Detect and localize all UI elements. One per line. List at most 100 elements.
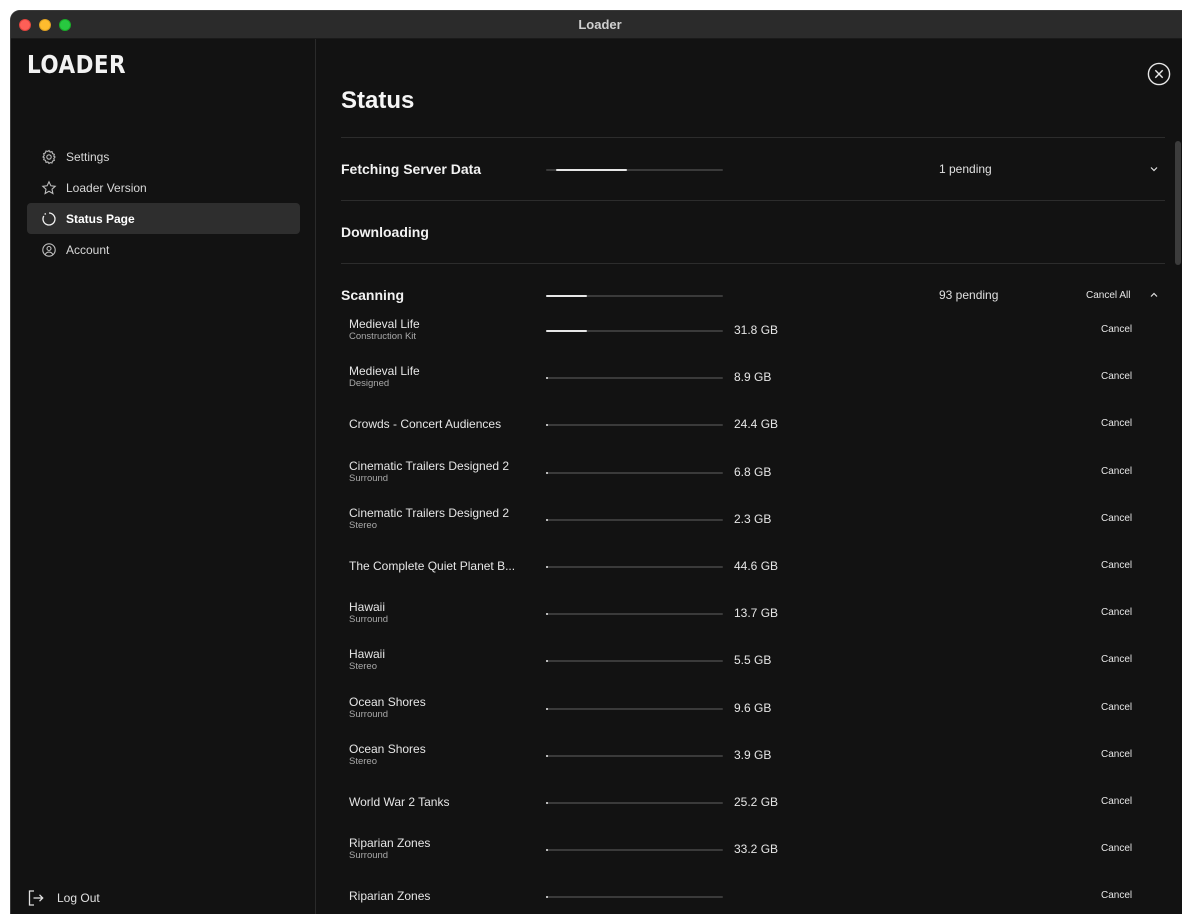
list-item: Medieval Life Construction Kit 31.8 GB Canc… <box>341 310 1165 357</box>
cancel-button[interactable]: Cancel <box>1101 796 1132 807</box>
progress-bar-fill <box>546 801 548 804</box>
progress-bar-fill <box>546 613 548 616</box>
sidebar-item-settings[interactable]: Settings <box>27 141 300 172</box>
log-out-label: Log Out <box>57 891 100 905</box>
item-size: 8.9 GB <box>734 370 772 385</box>
item-size: 31.8 GB <box>734 323 779 337</box>
pending-count: 93 pending <box>939 288 999 302</box>
progress-bar-fill <box>546 660 548 663</box>
progress-bar-fill <box>546 565 548 568</box>
app-logo: LOADER <box>27 50 126 79</box>
list-item: World War 2 Tanks 25.2 GB Cancel <box>341 782 1165 829</box>
progress-bar <box>546 849 723 852</box>
item-size: 44.6 GB <box>734 558 779 573</box>
app-window: Loader LOADER Settings Loader Version St… <box>10 10 1182 914</box>
progress-bar <box>546 660 723 663</box>
cancel-button[interactable]: Cancel <box>1101 560 1132 571</box>
item-name: World War 2 Tanks <box>349 794 450 809</box>
item-name: Medieval Life <box>349 364 420 379</box>
item-subtitle: Stereo <box>349 755 377 767</box>
sidebar-item-account[interactable]: Account <box>27 234 300 265</box>
cancel-button[interactable]: Cancel <box>1101 654 1132 665</box>
progress-bar <box>546 896 723 899</box>
section-title: Scanning <box>341 287 405 303</box>
close-icon <box>1147 62 1171 86</box>
progress-bar <box>546 754 723 757</box>
item-name: Hawaii <box>349 647 386 662</box>
item-subtitle: Stereo <box>349 661 377 673</box>
progress-bar <box>546 330 723 332</box>
item-name: Hawaii <box>349 600 386 615</box>
cancel-button[interactable]: Cancel <box>1101 324 1132 335</box>
item-size: 25.2 GB <box>734 794 779 809</box>
item-subtitle: Surround <box>349 472 389 484</box>
progress-bar-fill <box>546 295 587 297</box>
progress-bar <box>546 518 723 521</box>
chevron-up-icon[interactable] <box>1149 290 1159 300</box>
progress-bar-fill <box>556 169 627 171</box>
item-name: The Complete Quiet Planet B... <box>349 558 516 573</box>
list-item: The Complete Quiet Planet B... 44.6 GB Can… <box>341 546 1165 593</box>
status-sections: Fetching Server Data 1 pending Downloadi… <box>341 137 1165 914</box>
item-subtitle: Stereo <box>349 519 377 531</box>
progress-bar <box>546 295 723 297</box>
item-name: Medieval Life <box>349 317 420 331</box>
item-name: Riparian Zones <box>349 889 431 904</box>
user-circle-icon <box>41 242 57 258</box>
progress-bar-fill <box>546 377 548 380</box>
cancel-button[interactable]: Cancel <box>1101 749 1132 760</box>
progress-bar-fill <box>546 330 587 332</box>
list-item: Riparian Zones Cancel <box>341 876 1165 914</box>
progress-bar <box>546 613 723 616</box>
cancel-button[interactable]: Cancel <box>1101 890 1132 901</box>
item-size: 2.3 GB <box>734 511 772 526</box>
progress-bar-fill <box>546 471 548 474</box>
cancel-button[interactable]: Cancel <box>1101 702 1132 713</box>
cancel-button[interactable]: Cancel <box>1101 371 1132 382</box>
cancel-button[interactable]: Cancel <box>1101 843 1132 854</box>
item-subtitle: Construction Kit <box>349 331 417 342</box>
progress-bar-fill <box>546 707 548 710</box>
progress-bar <box>546 424 723 427</box>
item-name: Cinematic Trailers Designed 2 <box>349 458 510 473</box>
item-size: 33.2 GB <box>734 842 779 857</box>
page-title: Status <box>341 87 415 114</box>
sidebar-item-status-page[interactable]: Status Page <box>27 203 300 234</box>
progress-bar-fill <box>546 424 548 427</box>
log-out-button[interactable]: Log Out <box>27 889 100 907</box>
sidebar-item-label: Status Page <box>66 211 135 226</box>
item-name: Cinematic Trailers Designed 2 <box>349 505 510 520</box>
progress-bar <box>546 801 723 804</box>
chevron-down-icon[interactable] <box>1149 164 1159 174</box>
close-button[interactable] <box>1147 62 1171 86</box>
sidebar: LOADER Settings Loader Version Status Pa… <box>11 39 316 914</box>
sidebar-item-loader-version[interactable]: Loader Version <box>27 172 300 203</box>
sidebar-nav: Settings Loader Version Status Page Acco… <box>27 141 300 265</box>
item-name: Crowds - Concert Audiences <box>349 417 502 432</box>
item-subtitle: Surround <box>349 614 389 626</box>
progress-bar-fill <box>546 518 548 521</box>
sidebar-item-label: Account <box>66 242 110 257</box>
item-size: 6.8 GB <box>734 464 772 479</box>
item-subtitle: Designed <box>349 378 390 390</box>
cancel-button[interactable]: Cancel <box>1101 607 1132 618</box>
progress-bar-fill <box>546 754 548 757</box>
list-item: Cinematic Trailers Designed 2 Stereo 2.3 G… <box>341 499 1165 546</box>
log-out-icon <box>27 889 45 907</box>
progress-bar <box>546 565 723 568</box>
list-item: Ocean Shores Stereo 3.9 GB Cancel <box>341 735 1165 782</box>
scan-item-list: Medieval Life Construction Kit 31.8 GB Canc… <box>341 310 1165 914</box>
title-bar: Loader <box>11 11 1182 39</box>
item-size: 5.5 GB <box>734 653 772 668</box>
progress-bar <box>546 707 723 710</box>
cancel-button[interactable]: Cancel <box>1101 466 1132 477</box>
cancel-button[interactable]: Cancel <box>1101 418 1132 429</box>
list-item: Medieval Life Designed 8.9 GB Cancel <box>341 357 1165 404</box>
cancel-all-button[interactable]: Cancel All <box>1086 290 1130 301</box>
star-icon <box>41 180 57 196</box>
sidebar-item-label: Loader Version <box>66 180 147 195</box>
progress-bar-fill <box>546 849 548 852</box>
scrollbar-thumb[interactable] <box>1175 141 1181 265</box>
list-item: Crowds - Concert Audiences 24.4 GB Cancel <box>341 404 1165 451</box>
cancel-button[interactable]: Cancel <box>1101 513 1132 524</box>
